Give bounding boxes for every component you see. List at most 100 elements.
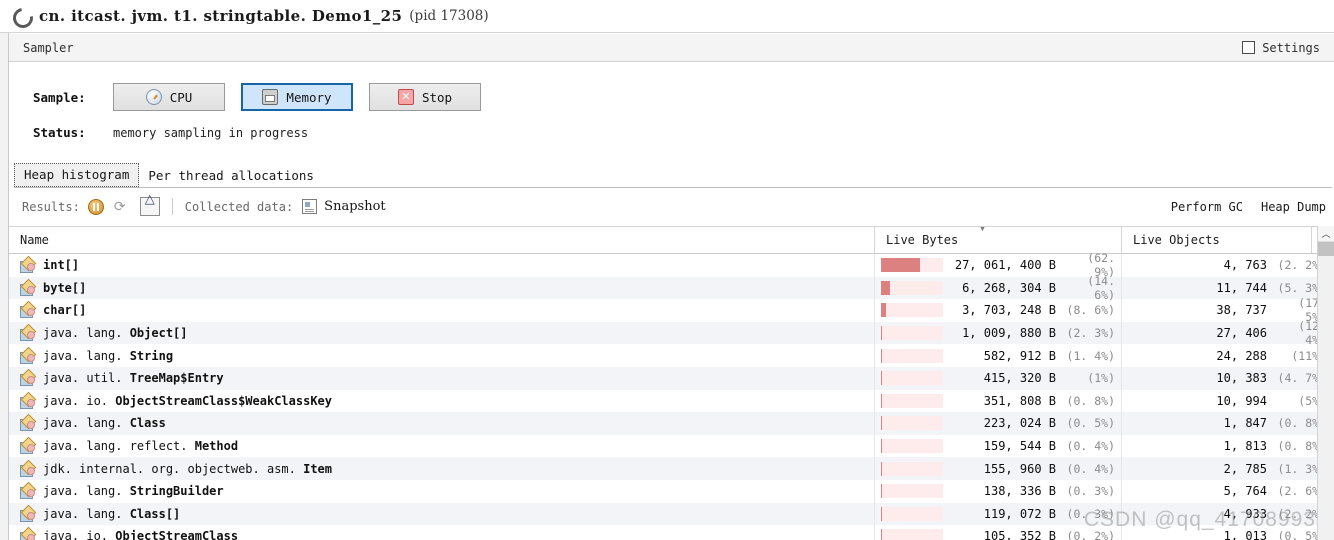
live-objects-value: 1, 847 bbox=[1223, 416, 1267, 431]
cell-class-name: char[] bbox=[9, 299, 875, 322]
sampler-controls: Sample: CPU Memory ✕ Stop Status: memory… bbox=[9, 62, 1334, 159]
live-bytes-value: 1, 009, 880 B bbox=[962, 326, 1056, 341]
live-bytes-bar bbox=[881, 303, 943, 318]
table-row[interactable]: java. lang. Class[] 119, 072 B (0. 3%) 4, 9… bbox=[9, 502, 1334, 526]
class-icon bbox=[20, 303, 35, 319]
snapshot-label[interactable]: Snapshot bbox=[324, 199, 385, 214]
class-name-text: java. lang. StringBuilder bbox=[43, 484, 224, 499]
column-header-name[interactable]: Name bbox=[9, 227, 875, 253]
live-bytes-value: 138, 336 B bbox=[983, 484, 1056, 499]
pause-icon[interactable] bbox=[87, 198, 104, 215]
class-icon bbox=[20, 258, 35, 274]
live-objects-value: 4, 933 bbox=[1223, 506, 1267, 521]
scrollbar-thumb[interactable] bbox=[1318, 242, 1334, 256]
live-objects-value: 10, 383 bbox=[1216, 371, 1267, 386]
cell-class-name: jdk. internal. org. objectweb. asm. Item bbox=[9, 457, 875, 480]
class-instance-dot-icon bbox=[27, 398, 35, 407]
status-label: Status: bbox=[33, 125, 86, 140]
class-icon bbox=[20, 507, 35, 522]
live-bytes-value: 155, 960 B bbox=[983, 461, 1056, 476]
table-row[interactable]: java. io. ObjectStreamClass$WeakClassKey… bbox=[9, 389, 1334, 413]
live-bytes-bar-fill bbox=[881, 371, 882, 386]
snapshot-icon[interactable] bbox=[302, 199, 318, 214]
live-bytes-value: 159, 544 B bbox=[983, 439, 1056, 454]
column-header-live-objects[interactable]: Live Objects bbox=[1122, 227, 1312, 253]
settings-toggle[interactable]: Settings bbox=[1242, 41, 1328, 55]
cpu-button-label: CPU bbox=[169, 89, 193, 105]
cell-live-bytes: 223, 024 B (0. 5%) bbox=[875, 412, 1122, 435]
sampler-header-strip: Sampler Settings bbox=[9, 34, 1334, 62]
class-name-text: java. util. TreeMap$Entry bbox=[43, 371, 224, 386]
stop-button[interactable]: ✕ Stop bbox=[369, 83, 481, 111]
cpu-clock-icon bbox=[145, 89, 162, 105]
cell-live-objects: 4, 763 (2. 2%) bbox=[1122, 254, 1334, 277]
visualvm-sampler-window: cn. itcast. jvm. t1. stringtable. Demo1_… bbox=[0, 0, 1334, 540]
class-name-text: char[] bbox=[43, 303, 87, 318]
refresh-icon[interactable]: ⟳ bbox=[112, 199, 128, 215]
class-name-text: int[] bbox=[43, 258, 80, 273]
cell-live-bytes: 6, 268, 304 B (14. 6%) bbox=[875, 274, 1122, 302]
live-bytes-value: 27, 061, 400 B bbox=[954, 258, 1056, 273]
tab-per-thread-allocations[interactable]: Per thread allocations bbox=[139, 165, 323, 187]
scroll-up-button[interactable]: ︿ bbox=[1318, 226, 1334, 242]
cell-class-name: java. lang. reflect. Method bbox=[9, 434, 875, 458]
class-instance-dot-icon bbox=[27, 285, 35, 294]
table-row[interactable]: java. lang. StringBuilder 138, 336 B (0. 3… bbox=[9, 479, 1334, 503]
table-row[interactable]: java. lang. String 582, 912 B (1. 4%) 24, 2… bbox=[9, 344, 1334, 367]
cell-live-objects: 1, 013 (0. 5%) bbox=[1122, 525, 1334, 540]
table-row[interactable]: java. lang. Class 223, 024 B (0. 5%) 1, 847… bbox=[9, 412, 1334, 435]
class-icon bbox=[20, 349, 35, 364]
live-bytes-value: 6, 268, 304 B bbox=[962, 280, 1056, 295]
live-objects-value: 38, 737 bbox=[1216, 303, 1267, 318]
live-bytes-bar bbox=[881, 461, 943, 476]
class-instance-dot-icon bbox=[27, 353, 35, 362]
live-bytes-bar bbox=[881, 416, 943, 431]
live-bytes-percent: (2. 3%) bbox=[1066, 326, 1115, 341]
sample-label: Sample: bbox=[33, 89, 86, 105]
live-bytes-bar bbox=[881, 371, 943, 386]
cpu-button[interactable]: CPU bbox=[113, 83, 225, 111]
table-row[interactable]: char[] 3, 703, 248 B (8. 6%) 38, 737 (17. 5%… bbox=[9, 296, 1334, 324]
table-row[interactable]: int[] 27, 061, 400 B (62. 9%) 4, 763 (2. 2%) bbox=[9, 251, 1334, 279]
memory-chip-icon bbox=[262, 89, 279, 105]
tab-heap-histogram[interactable]: Heap histogram bbox=[14, 163, 140, 187]
toolbar-separator bbox=[171, 198, 173, 215]
table-row[interactable]: jdk. internal. org. objectweb. asm. Item… bbox=[9, 457, 1334, 480]
table-row[interactable]: java. lang. Object[] 1, 009, 880 B (2. 3%)… bbox=[9, 319, 1334, 347]
live-bytes-value: 3, 703, 248 B bbox=[962, 303, 1056, 318]
page-title: cn. itcast. jvm. t1. stringtable. Demo1_… bbox=[39, 7, 403, 25]
table-row[interactable]: byte[] 6, 268, 304 B (14. 6%) 11, 744 (5. 3%… bbox=[9, 274, 1334, 302]
class-name-text: jdk. internal. org. objectweb. asm. Item bbox=[43, 461, 332, 476]
vertical-scrollbar[interactable]: ︿ bbox=[1317, 226, 1334, 540]
heap-dump-button[interactable]: Heap Dump bbox=[1261, 200, 1326, 214]
cell-live-bytes: 155, 960 B (0. 4%) bbox=[875, 457, 1122, 480]
table-row[interactable]: java. io. ObjectStreamClass 105, 352 B (0.… bbox=[9, 525, 1334, 540]
collected-data-label: Collected data: bbox=[184, 199, 294, 214]
cell-live-objects: 10, 383 (4. 7%) bbox=[1122, 367, 1334, 390]
table-body: int[] 27, 061, 400 B (62. 9%) 4, 763 (2. 2%)… bbox=[9, 251, 1334, 540]
table-row[interactable]: java. util. TreeMap$Entry 415, 320 B (1%) 1… bbox=[9, 366, 1334, 390]
live-objects-value: 27, 406 bbox=[1216, 326, 1267, 341]
delta-triangle-icon[interactable] bbox=[139, 192, 160, 216]
table-row[interactable]: java. lang. reflect. Method 159, 544 B (0.… bbox=[9, 434, 1334, 458]
class-name-text: java. lang. Class[] bbox=[43, 506, 181, 521]
live-bytes-percent: (1. 4%) bbox=[1066, 348, 1115, 363]
perform-gc-button[interactable]: Perform GC bbox=[1171, 200, 1243, 214]
live-objects-value: 4, 763 bbox=[1223, 258, 1267, 273]
live-bytes-bar bbox=[881, 280, 943, 295]
live-bytes-bar-fill bbox=[881, 326, 883, 341]
cell-live-objects: 27, 406 (12. 4%) bbox=[1122, 319, 1334, 347]
cell-class-name: java. io. ObjectStreamClass$WeakClassKey bbox=[9, 389, 875, 413]
live-objects-value: 11, 744 bbox=[1216, 280, 1267, 295]
column-header-live-bytes-label: Live Bytes bbox=[886, 233, 959, 247]
cell-class-name: java. lang. Class bbox=[9, 412, 875, 435]
memory-button[interactable]: Memory bbox=[241, 83, 353, 111]
class-name-text: java. io. ObjectStreamClass$WeakClassKey bbox=[43, 393, 332, 408]
live-bytes-bar bbox=[881, 506, 943, 521]
live-bytes-bar-fill bbox=[881, 303, 887, 318]
settings-checkbox[interactable] bbox=[1242, 41, 1256, 54]
column-header-live-bytes[interactable]: Live Bytes ▼ bbox=[875, 227, 1122, 253]
live-bytes-value: 351, 808 B bbox=[983, 393, 1056, 408]
results-tabstrip: Heap histogram Per thread allocations bbox=[14, 163, 1332, 188]
live-bytes-bar bbox=[881, 348, 943, 363]
